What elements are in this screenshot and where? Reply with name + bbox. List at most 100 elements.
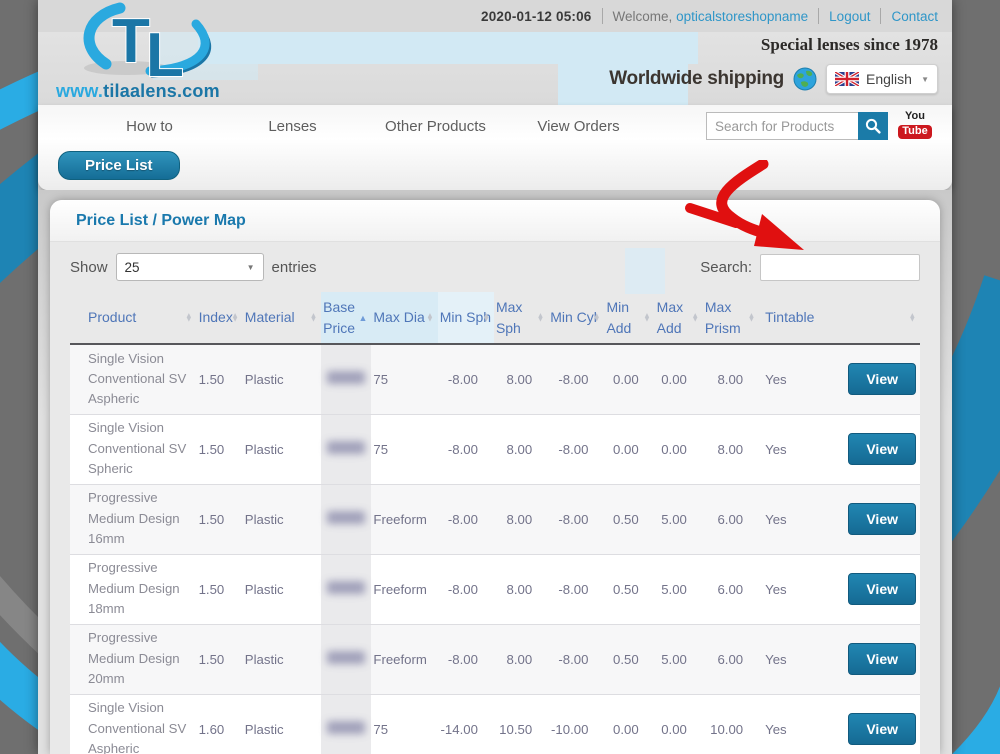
- show-label: Show: [70, 259, 108, 276]
- column-header-index[interactable]: Index▲▼: [197, 292, 243, 344]
- view-button[interactable]: View: [848, 573, 916, 605]
- index-cell: 1.50: [197, 554, 243, 624]
- tl-logo-mark: T L: [48, 2, 248, 82]
- max-add-cell: 5.00: [655, 484, 703, 554]
- view-button[interactable]: View: [848, 363, 916, 395]
- page-length-select[interactable]: 25 ▼: [116, 253, 264, 281]
- svg-text:L: L: [146, 21, 184, 82]
- column-header-product[interactable]: Product▲▼: [70, 292, 197, 344]
- blurred-price-value: [327, 511, 365, 524]
- column-header-base-price[interactable]: Base Price▲: [321, 292, 371, 344]
- base-price-cell: [321, 554, 371, 624]
- min-add-cell: 0.00: [604, 344, 654, 414]
- nav-item-how-to[interactable]: How to: [78, 118, 221, 135]
- min-sph-cell: -8.00: [438, 484, 494, 554]
- page-container: 2020-01-12 05:06 Welcome, opticalstoresh…: [38, 0, 952, 754]
- content-area: Price List / Power Map Show 25 ▼ entries…: [38, 190, 952, 754]
- contact-link[interactable]: Contact: [891, 9, 938, 24]
- product-search-input[interactable]: [706, 112, 858, 140]
- nav-band: How toLensesOther ProductsView Orders Yo…: [38, 105, 952, 190]
- column-header-min-cyl[interactable]: Min Cyl▲▼: [548, 292, 604, 344]
- youtube-icon[interactable]: You Tube: [896, 111, 934, 139]
- table-controls: Show 25 ▼ entries Search:: [70, 250, 920, 284]
- table-row: Single Vision Conventional SV Spheric 1.…: [70, 414, 920, 484]
- divider: [818, 8, 819, 24]
- column-header-max-dia[interactable]: Max Dia▲▼: [371, 292, 437, 344]
- column-header-actions[interactable]: ▲▼: [823, 292, 920, 344]
- material-cell: Plastic: [243, 694, 321, 754]
- min-sph-cell: -8.00: [438, 554, 494, 624]
- sort-asc-icon: ▲: [358, 315, 367, 320]
- sort-both-icon: ▲▼: [593, 313, 600, 322]
- logout-link[interactable]: Logout: [829, 9, 870, 24]
- table-search-input[interactable]: [760, 254, 920, 281]
- tintable-cell: Yes: [759, 484, 823, 554]
- material-cell: Plastic: [243, 624, 321, 694]
- nav-item-other-products[interactable]: Other Products: [364, 118, 507, 135]
- search-button[interactable]: [858, 112, 888, 140]
- price-list-tab[interactable]: Price List: [58, 151, 180, 180]
- max-sph-cell: 8.00: [494, 554, 548, 624]
- max-prism-cell: 8.00: [703, 344, 759, 414]
- min-add-cell: 0.50: [604, 484, 654, 554]
- page-length-value: 25: [125, 260, 140, 275]
- column-header-material[interactable]: Material▲▼: [243, 292, 321, 344]
- max-prism-cell: 8.00: [703, 414, 759, 484]
- column-header-max-sph[interactable]: Max Sph▲▼: [494, 292, 548, 344]
- min-cyl-cell: -10.00: [548, 694, 604, 754]
- tintable-cell: Yes: [759, 414, 823, 484]
- sort-both-icon: ▲▼: [909, 313, 916, 322]
- max-dia-cell: Freeform: [371, 624, 437, 694]
- max-sph-cell: 8.00: [494, 344, 548, 414]
- max-dia-cell: Freeform: [371, 554, 437, 624]
- view-button[interactable]: View: [848, 643, 916, 675]
- username-link[interactable]: opticalstoreshopname: [676, 9, 808, 24]
- material-cell: Plastic: [243, 414, 321, 484]
- max-sph-cell: 8.00: [494, 414, 548, 484]
- nav-item-lenses[interactable]: Lenses: [221, 118, 364, 135]
- base-price-cell: [321, 344, 371, 414]
- product-cell: Single Vision Conventional SV Aspheric: [70, 694, 197, 754]
- view-button[interactable]: View: [848, 503, 916, 535]
- min-sph-cell: -14.00: [438, 694, 494, 754]
- column-header-tintable[interactable]: Tintable: [759, 292, 823, 344]
- website-url: www.tilaalens.com: [56, 81, 220, 102]
- sort-both-icon: ▲▼: [748, 313, 755, 322]
- sort-both-icon: ▲▼: [691, 313, 698, 322]
- column-header-min-sph[interactable]: Min Sph▲▼: [438, 292, 494, 344]
- panel-body: Show 25 ▼ entries Search: Product▲▼Index…: [50, 242, 940, 754]
- table-row: Single Vision Conventional SV Aspheric 1…: [70, 344, 920, 414]
- datetime: 2020-01-12 05:06: [481, 9, 592, 24]
- base-price-cell: [321, 694, 371, 754]
- column-header-min-add[interactable]: Min Add▲▼: [604, 292, 654, 344]
- min-add-cell: 0.50: [604, 554, 654, 624]
- min-add-cell: 0.00: [604, 694, 654, 754]
- sort-both-icon: ▲▼: [231, 313, 238, 322]
- sort-both-icon: ▲▼: [185, 313, 192, 322]
- product-search: [706, 112, 888, 140]
- base-price-cell: [321, 624, 371, 694]
- site-logo[interactable]: T L www.tilaalens.com: [48, 2, 253, 104]
- material-cell: Plastic: [243, 344, 321, 414]
- chevron-down-icon: ▼: [921, 75, 929, 84]
- svg-text:T: T: [112, 7, 150, 76]
- magnifier-icon: [865, 118, 881, 134]
- view-button[interactable]: View: [848, 713, 916, 745]
- price-list-panel: Price List / Power Map Show 25 ▼ entries…: [50, 200, 940, 754]
- sort-both-icon: ▲▼: [483, 313, 490, 322]
- language-select[interactable]: English ▼: [826, 64, 938, 94]
- max-add-cell: 0.00: [655, 694, 703, 754]
- column-header-max-prism[interactable]: Max Prism▲▼: [703, 292, 759, 344]
- view-button[interactable]: View: [848, 433, 916, 465]
- min-cyl-cell: -8.00: [548, 624, 604, 694]
- table-row: Progressive Medium Design 20mm 1.50 Plas…: [70, 624, 920, 694]
- min-add-cell: 0.00: [604, 414, 654, 484]
- table-row: Progressive Medium Design 16mm 1.50 Plas…: [70, 484, 920, 554]
- nav-item-view-orders[interactable]: View Orders: [507, 118, 650, 135]
- panel-header: Price List / Power Map: [50, 200, 940, 242]
- blurred-price-value: [327, 371, 365, 384]
- column-header-max-add[interactable]: Max Add▲▼: [655, 292, 703, 344]
- shipping-row: Worldwide shipping English ▼: [609, 64, 938, 94]
- min-sph-cell: -8.00: [438, 624, 494, 694]
- index-cell: 1.50: [197, 414, 243, 484]
